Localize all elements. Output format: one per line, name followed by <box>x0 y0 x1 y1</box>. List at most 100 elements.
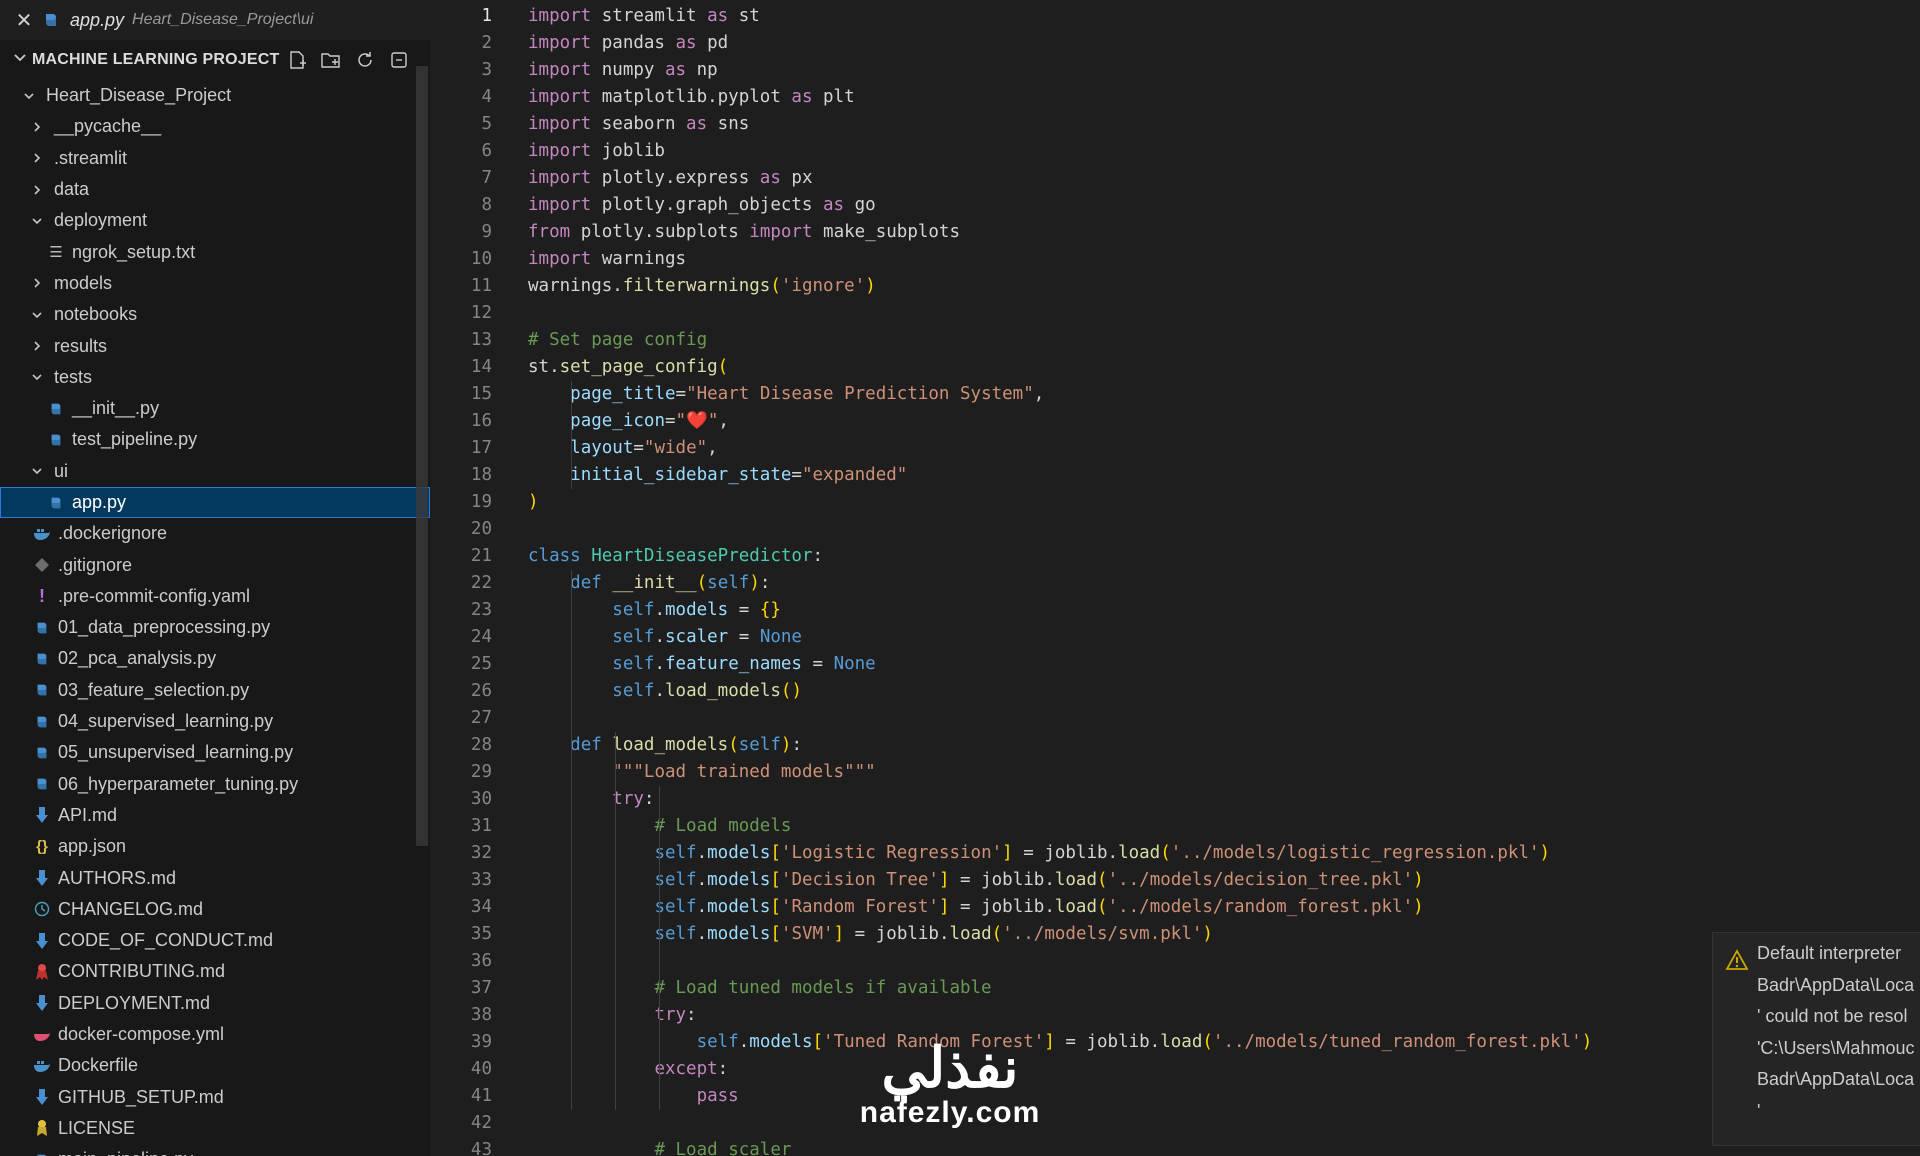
code-line[interactable]: # Load tuned models if available <box>528 975 991 1002</box>
tree-file[interactable]: DEPLOYMENT.md <box>0 988 430 1019</box>
interpreter-notification[interactable]: Default interpreter Badr\AppData\Loca ' co… <box>1712 932 1920 1146</box>
collapse-all-icon[interactable] <box>386 47 412 73</box>
code-line[interactable]: self.feature_names = None <box>528 651 875 678</box>
tree-folder[interactable]: .streamlit <box>0 143 430 174</box>
tree-folder[interactable]: __pycache__ <box>0 111 430 142</box>
code-line[interactable]: import joblib <box>528 138 665 165</box>
code-line[interactable]: def load_models(self): <box>528 732 802 759</box>
tree-folder[interactable]: results <box>0 330 430 361</box>
code-line[interactable]: initial_sidebar_state="expanded" <box>528 462 907 489</box>
tree-file[interactable]: 05_unsupervised_learning.py <box>0 737 430 768</box>
code-line[interactable]: try: <box>528 786 654 813</box>
code-line[interactable]: def __init__(self): <box>528 570 770 597</box>
chevron-right-icon[interactable] <box>28 152 46 164</box>
code-line[interactable]: except: <box>528 1056 728 1083</box>
tree-file[interactable]: 06_hyperparameter_tuning.py <box>0 769 430 800</box>
tree-file[interactable]: AUTHORS.md <box>0 862 430 893</box>
line-number: 21 <box>470 546 492 566</box>
tree-file[interactable]: .dockerignore <box>0 518 430 549</box>
code-line[interactable]: import matplotlib.pyplot as plt <box>528 84 855 111</box>
tree-file[interactable]: ☰ ngrok_setup.txt <box>0 236 430 267</box>
chevron-down-icon[interactable] <box>28 465 46 477</box>
code-editor[interactable]: 1 import streamlit as st 2 import pandas as… <box>430 0 1920 1156</box>
chevron-right-icon[interactable] <box>28 277 46 289</box>
code-line[interactable]: import plotly.graph_objects as go <box>528 192 876 219</box>
code-line[interactable]: # Set page config <box>528 327 707 354</box>
code-line[interactable]: """Load trained models""" <box>528 759 875 786</box>
code-line[interactable]: page_icon="❤️", <box>528 408 729 435</box>
tree-file[interactable]: ! .pre-commit-config.yaml <box>0 581 430 612</box>
code-line[interactable]: layout="wide", <box>528 435 718 462</box>
code-line[interactable]: import pandas as pd <box>528 30 728 57</box>
chevron-down-icon[interactable] <box>8 51 32 70</box>
code-line[interactable]: self.models = {} <box>528 597 781 624</box>
tree-file[interactable]: CONTRIBUTING.md <box>0 956 430 987</box>
open-editor-item[interactable]: ✕ app.py Heart_Disease_Project\ui <box>0 0 430 40</box>
code-line[interactable]: self.models['SVM'] = joblib.load('../mod… <box>528 921 1213 948</box>
tree-file[interactable]: 04_supervised_learning.py <box>0 706 430 737</box>
tree-file[interactable]: LICENSE <box>0 1113 430 1144</box>
chevron-right-icon[interactable] <box>28 184 46 196</box>
code-line[interactable]: from plotly.subplots import make_subplot… <box>528 219 960 246</box>
code-line[interactable]: import numpy as np <box>528 57 718 84</box>
chevron-right-icon[interactable] <box>28 340 46 352</box>
code-token: '../models/decision_tree.pkl' <box>1107 870 1414 890</box>
close-icon[interactable]: ✕ <box>6 8 42 33</box>
code-line[interactable]: ) <box>528 489 539 516</box>
code-line[interactable]: import warnings <box>528 246 686 273</box>
tree-folder[interactable]: ui <box>0 456 430 487</box>
code-line[interactable]: st.set_page_config( <box>528 354 728 381</box>
code-line[interactable]: import seaborn as sns <box>528 111 749 138</box>
code-line[interactable]: self.models['Tuned Random Forest'] = job… <box>528 1029 1593 1056</box>
code-line[interactable]: warnings.filterwarnings('ignore') <box>528 273 876 300</box>
code-token: : <box>812 546 824 566</box>
sidebar-scrollbar[interactable] <box>416 66 428 846</box>
chevron-down-icon[interactable] <box>20 90 38 102</box>
tree-file[interactable]: 02_pca_analysis.py <box>0 643 430 674</box>
line-number: 29 <box>470 762 492 782</box>
tree-file[interactable]: CODE_OF_CONDUCT.md <box>0 925 430 956</box>
chevron-down-icon[interactable] <box>28 371 46 383</box>
tree-file[interactable]: test_pipeline.py <box>0 424 430 455</box>
tree-file[interactable]: 03_feature_selection.py <box>0 675 430 706</box>
code-line[interactable]: self.models['Decision Tree'] = joblib.lo… <box>528 867 1423 894</box>
chevron-down-icon[interactable] <box>28 309 46 321</box>
chevron-down-icon[interactable] <box>28 215 46 227</box>
tree-file[interactable]: API.md <box>0 800 430 831</box>
tree-file[interactable]: docker-compose.yml <box>0 1019 430 1050</box>
tree-item-label: .dockerignore <box>58 523 168 544</box>
code-line[interactable]: self.load_models() <box>528 678 802 705</box>
refresh-icon[interactable] <box>352 47 378 73</box>
tree-file[interactable]: __init__.py <box>0 393 430 424</box>
tree-file[interactable]: Dockerfile <box>0 1050 430 1081</box>
code-line[interactable]: try: <box>528 1002 696 1029</box>
tree-file[interactable]: .gitignore <box>0 549 430 580</box>
new-file-icon[interactable] <box>284 47 310 73</box>
tree-file[interactable]: GITHUB_SETUP.md <box>0 1082 430 1113</box>
tree-folder[interactable]: tests <box>0 362 430 393</box>
tree-folder[interactable]: data <box>0 174 430 205</box>
new-folder-icon[interactable] <box>318 47 344 73</box>
tree-file[interactable]: 01_data_preprocessing.py <box>0 612 430 643</box>
tree-file[interactable]: CHANGELOG.md <box>0 894 430 925</box>
code-line[interactable]: import streamlit as st <box>528 3 760 30</box>
tree-folder[interactable]: models <box>0 268 430 299</box>
code-line[interactable]: class HeartDiseasePredictor: <box>528 543 823 570</box>
indent-guide <box>615 1083 616 1110</box>
code-line[interactable]: # Load scaler <box>528 1137 791 1156</box>
tree-folder[interactable]: Heart_Disease_Project <box>0 80 430 111</box>
chevron-right-icon[interactable] <box>28 121 46 133</box>
explorer-sidebar: ✕ app.py Heart_Disease_Project\ui MACHIN… <box>0 0 430 1156</box>
code-line[interactable]: self.models['Random Forest'] = joblib.lo… <box>528 894 1423 921</box>
code-line[interactable]: import plotly.express as px <box>528 165 812 192</box>
code-line[interactable]: self.scaler = None <box>528 624 802 651</box>
tree-file[interactable]: main_pipeline.py <box>0 1144 430 1156</box>
code-line[interactable]: pass <box>528 1083 739 1110</box>
code-line[interactable]: self.models['Logistic Regression'] = job… <box>528 840 1550 867</box>
tree-file[interactable]: {} app.json <box>0 831 430 862</box>
code-line[interactable]: page_title="Heart Disease Prediction Sys… <box>528 381 1044 408</box>
tree-file[interactable]: app.py <box>0 486 430 519</box>
tree-folder[interactable]: notebooks <box>0 299 430 330</box>
tree-folder[interactable]: deployment <box>0 205 430 236</box>
project-header[interactable]: MACHINE LEARNING PROJECT <box>0 40 430 80</box>
